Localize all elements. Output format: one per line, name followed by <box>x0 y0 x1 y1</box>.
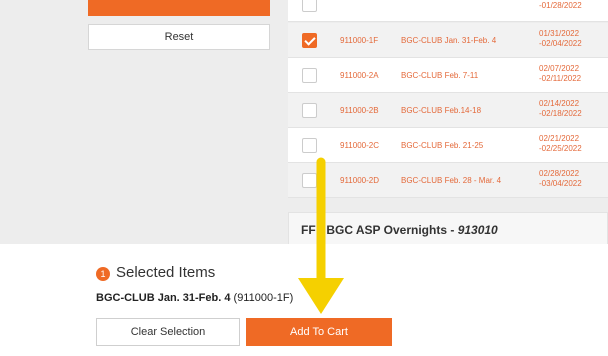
session-code: 911000-1F <box>340 36 379 45</box>
selected-item-code: (911000-1F) <box>230 292 294 304</box>
session-dates: 02/14/2022 -02/18/2022 <box>539 99 582 118</box>
filter-sidebar: Reset <box>0 0 283 250</box>
session-name: BGC-CLUB Jan. 31-Feb. 4 <box>401 36 497 45</box>
session-dates: 02/21/2022 -02/25/2022 <box>539 134 582 153</box>
selected-count-badge: 1 <box>96 267 110 281</box>
session-code: 911000-2D <box>340 176 379 185</box>
selected-items-panel: 1 Selected Items BGC-CLUB Jan. 31-Feb. 4… <box>0 244 608 356</box>
table-row[interactable]: 911000-2B BGC-CLUB Feb.14-18 02/14/2022-… <box>288 93 608 128</box>
session-checkbox[interactable] <box>302 103 317 118</box>
clear-selection-button[interactable]: Clear Selection <box>96 318 240 346</box>
table-row[interactable]: 911000-2C BGC-CLUB Feb. 21-25 02/21/2022… <box>288 128 608 163</box>
session-name: BGC-CLUB Feb.14-18 <box>401 106 482 115</box>
table-row[interactable]: 911000-2D BGC-CLUB Feb. 28 - Mar. 4 02/2… <box>288 163 608 198</box>
session-checkbox[interactable] <box>302 33 317 48</box>
session-code: 911000-2C <box>340 141 379 150</box>
selected-items-title: Selected Items <box>116 264 216 281</box>
session-code: 911000-2A <box>340 71 379 80</box>
session-dates: 02/07/2022 -02/11/2022 <box>539 64 582 83</box>
section-code: 913010 <box>457 223 498 237</box>
session-code: 911000-2B <box>340 106 379 115</box>
reset-button[interactable]: Reset <box>88 24 270 50</box>
add-to-cart-button[interactable]: Add To Cart <box>246 318 392 346</box>
session-checkbox[interactable] <box>302 68 317 83</box>
session-name: BGC-CLUB Feb. 7-11 <box>401 71 479 80</box>
table-row[interactable]: 911000-2A BGC-CLUB Feb. 7-11 02/07/2022-… <box>288 58 608 93</box>
session-date-end: -01/28/2022 <box>539 1 582 10</box>
apply-filter-button-partial[interactable] <box>88 0 270 16</box>
section-title: FF - BGC ASP Overnights - <box>301 223 458 237</box>
table-row[interactable]: -01/28/2022 <box>288 0 608 22</box>
table-row[interactable]: 911000-1F BGC-CLUB Jan. 31-Feb. 4 01/31/… <box>288 23 608 58</box>
session-checkbox[interactable] <box>302 173 317 188</box>
section-header[interactable]: FF - BGC ASP Overnights - 913010 <box>288 212 608 246</box>
selected-item-name: BGC-CLUB Jan. 31-Feb. 4 <box>96 292 231 304</box>
session-checkbox[interactable] <box>302 138 317 153</box>
sessions-table: -01/28/2022 911000-1F BGC-CLUB Jan. 31-F… <box>288 0 608 204</box>
session-name: BGC-CLUB Feb. 21-25 <box>401 141 484 150</box>
session-checkbox[interactable] <box>302 0 317 12</box>
selected-item: BGC-CLUB Jan. 31-Feb. 4 (911000-1F) <box>96 292 293 304</box>
session-dates: 02/28/2022 -03/04/2022 <box>539 169 582 188</box>
session-name: BGC-CLUB Feb. 28 - Mar. 4 <box>401 176 502 185</box>
session-dates: 01/31/2022 -02/04/2022 <box>539 29 582 48</box>
